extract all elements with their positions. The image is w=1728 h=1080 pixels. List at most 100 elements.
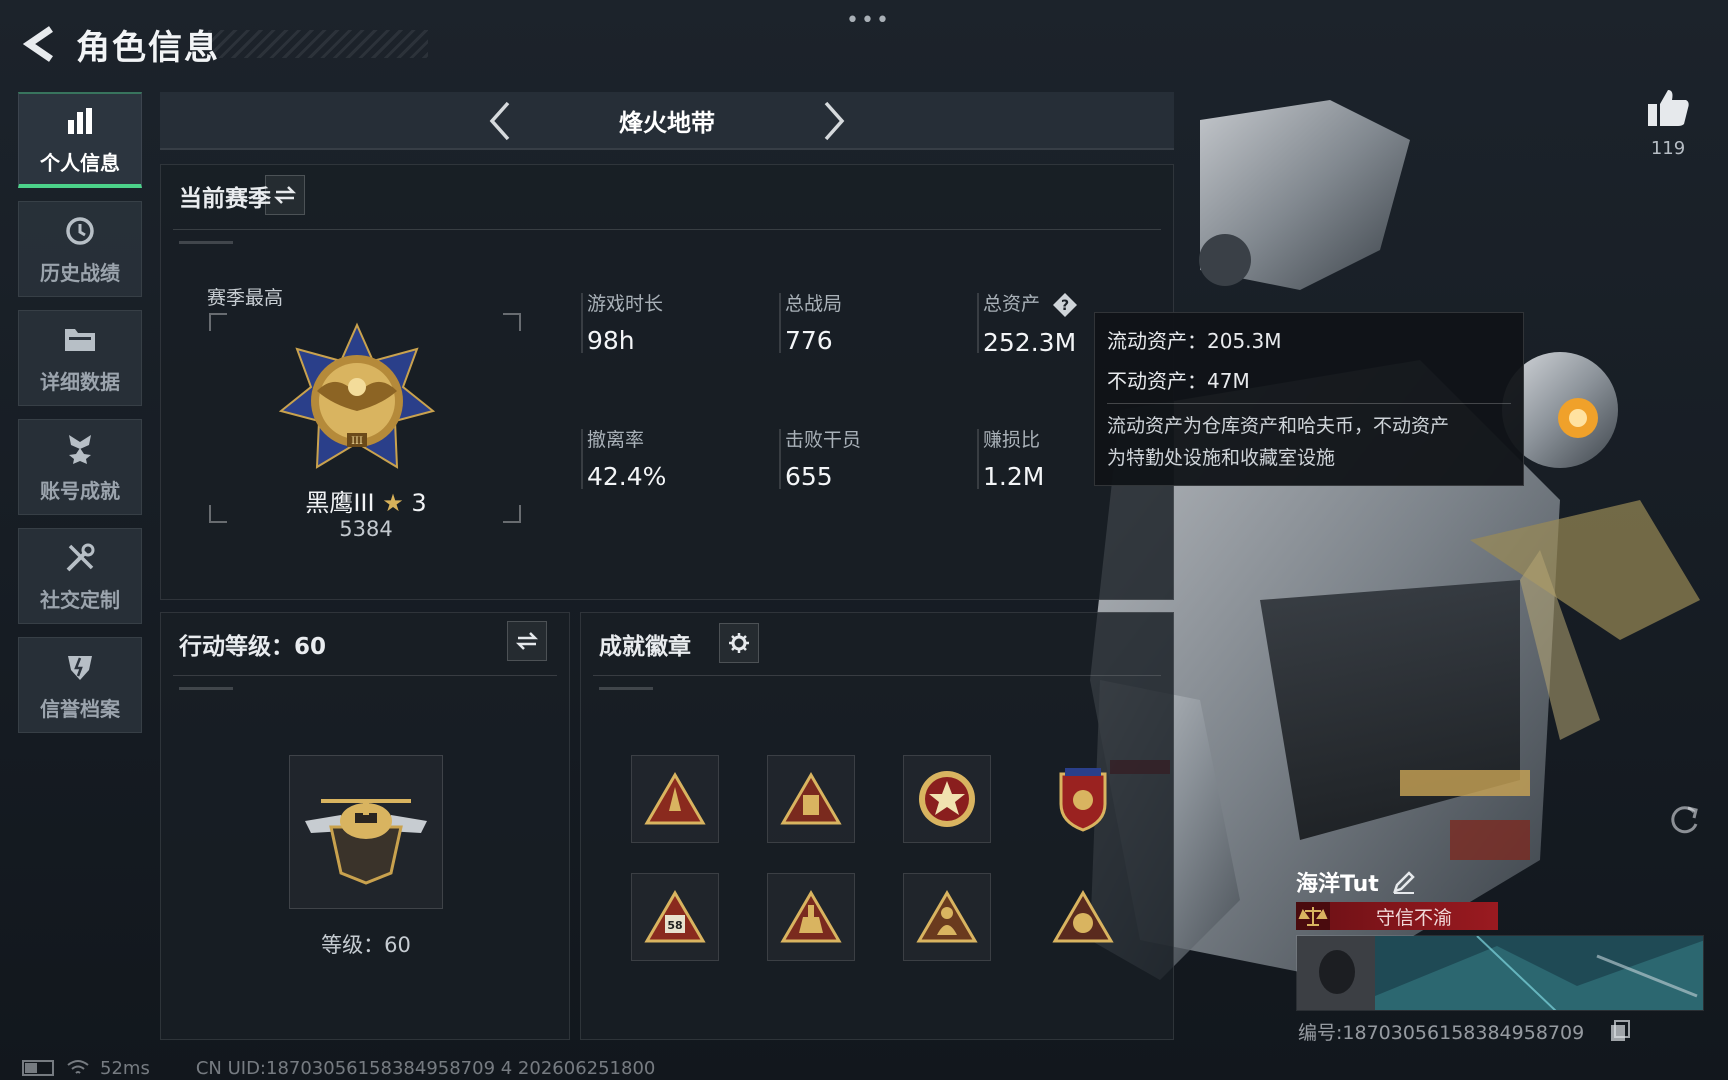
clock-history-icon xyxy=(62,213,98,249)
helicopter-emblem-icon xyxy=(305,799,427,885)
action-level-title: 行动等级：60 xyxy=(179,634,327,660)
badge-slot[interactable] xyxy=(1039,755,1127,843)
rank-title: 黑鹰III xyxy=(305,489,375,517)
status-bar: 52ms CN UID:18703056158384958709 4 20260… xyxy=(22,1056,655,1080)
tooltip-fixed-assets: 不动资产：47M xyxy=(1107,369,1250,393)
nav-item-details[interactable]: 详细数据 xyxy=(18,310,142,406)
mode-next-icon[interactable] xyxy=(814,100,854,142)
stat-label: 总战局 xyxy=(785,293,843,315)
tooltip-divider xyxy=(1107,403,1511,404)
panel-dash xyxy=(179,241,233,244)
badge-figure-icon xyxy=(916,890,978,943)
nav-item-label: 个人信息 xyxy=(40,150,120,175)
more-options-icon[interactable]: ••• xyxy=(846,8,891,33)
tooltip-liquid-assets: 流动资产：205.3M xyxy=(1107,329,1282,353)
bar-chart-icon xyxy=(62,103,98,139)
badge-bunker-icon xyxy=(780,772,842,825)
shield-credit-icon xyxy=(62,649,98,685)
badge-slot[interactable] xyxy=(903,755,991,843)
player-name: 海洋Tut xyxy=(1296,872,1379,897)
page-title: 角色信息 xyxy=(76,27,220,68)
season-panel-title: 当前赛季 xyxy=(179,186,271,212)
rank-score: 5384 xyxy=(339,517,393,541)
badges-panel: 成就徽章 58 xyxy=(580,612,1174,1040)
back-arrow-icon[interactable] xyxy=(18,22,62,66)
assets-tooltip: 流动资产：205.3M 不动资产：47M 流动资产为仓库资产和哈夫币，不动资产 … xyxy=(1094,312,1524,486)
nav-item-history[interactable]: 历史战绩 xyxy=(18,201,142,297)
badge-rocket-icon xyxy=(644,772,706,825)
stat-value: 98h xyxy=(587,326,635,355)
badge-shield-crest-icon xyxy=(1059,768,1107,832)
badge-slot[interactable]: 58 xyxy=(631,873,719,961)
badge-slot[interactable] xyxy=(903,873,991,961)
uid-text: CN UID:18703056158384958709 4 2026062518… xyxy=(195,1057,656,1079)
badge-star-seal-icon xyxy=(919,771,975,827)
badge-slot[interactable] xyxy=(631,755,719,843)
gear-icon xyxy=(729,633,749,653)
panel-dash xyxy=(599,687,653,690)
stat-value: 42.4% xyxy=(587,462,667,491)
swap-icon xyxy=(515,632,539,650)
copy-icon[interactable] xyxy=(1610,1020,1630,1042)
swap-icon xyxy=(273,186,297,204)
stat-label: 撤离率 xyxy=(587,429,645,451)
action-level-text: 等级：60 xyxy=(321,933,411,957)
badges-settings-button[interactable] xyxy=(719,623,759,663)
rank-name: 黑鹰III ★ 3 xyxy=(161,483,571,518)
stat-label: 击败干员 xyxy=(785,429,862,451)
panel-dash xyxy=(179,687,233,690)
stat-value: 776 xyxy=(785,326,833,355)
player-id: 编号:18703056158384958709 xyxy=(1298,1022,1585,1044)
game-screen: 角色信息 ••• 个人信息 历史战绩 详细数据 账号成就 社交定制 信誉档案 烽… xyxy=(0,0,1728,1080)
badge-slot[interactable] xyxy=(1039,873,1127,961)
badge-emblem-icon xyxy=(1052,890,1114,943)
nav-item-achievements[interactable]: 账号成就 xyxy=(18,419,142,515)
stat-play-time: 游戏时长 98h xyxy=(581,289,757,355)
badge-tower-icon xyxy=(780,890,842,943)
panel-divider xyxy=(173,675,557,676)
player-name-row: 海洋Tut xyxy=(1296,866,1417,898)
mode-title: 烽火地带 xyxy=(619,108,715,137)
page-header: 角色信息 xyxy=(18,18,428,70)
stat-extract-rate: 撤离率 42.4% xyxy=(581,425,757,491)
nav-item-label: 历史战绩 xyxy=(40,260,120,285)
refresh-icon[interactable] xyxy=(1666,802,1702,838)
edit-pencil-icon[interactable] xyxy=(1391,869,1417,895)
player-banner[interactable] xyxy=(1296,935,1704,1011)
stat-kills: 击败干员 655 xyxy=(779,425,955,491)
nav-item-label: 社交定制 xyxy=(40,587,120,612)
scales-icon xyxy=(1296,902,1330,930)
badge-58-icon: 58 xyxy=(644,890,706,943)
action-level-emblem-frame xyxy=(289,755,443,909)
nav-item-label: 信誉档案 xyxy=(40,696,120,721)
stat-total-matches: 总战局 776 xyxy=(779,289,955,355)
svg-text:?: ? xyxy=(1061,298,1069,314)
season-switch-button[interactable] xyxy=(265,175,305,215)
nav-item-personal-info[interactable]: 个人信息 xyxy=(18,92,142,188)
header-stripes xyxy=(208,30,428,58)
like-count: 119 xyxy=(1650,138,1686,159)
thumbs-up-icon xyxy=(1648,90,1689,126)
svg-text:58: 58 xyxy=(667,919,682,932)
action-level-switch-button[interactable] xyxy=(507,621,547,661)
badge-slot[interactable] xyxy=(767,755,855,843)
achievement-medal-icon xyxy=(62,431,98,467)
badge-slot[interactable] xyxy=(767,873,855,961)
stat-label: 游戏时长 xyxy=(587,293,664,315)
mode-prev-icon[interactable] xyxy=(480,100,520,142)
credit-status-text: 守信不渝 xyxy=(1375,906,1452,929)
season-panel: 当前赛季 赛季最高 III 黑鹰III ★ 3 5384 游戏时长 98h 总战… xyxy=(160,164,1174,600)
mode-selector: 烽火地带 xyxy=(160,92,1174,150)
wrench-screwdriver-icon xyxy=(62,540,98,576)
like-button[interactable]: 119 xyxy=(1640,88,1696,159)
season-best-label: 赛季最高 xyxy=(207,287,284,309)
rank-emblem-icon: III xyxy=(278,322,436,469)
nav-item-social[interactable]: 社交定制 xyxy=(18,528,142,624)
stat-label-text: 总资产 xyxy=(983,293,1041,315)
side-nav: 个人信息 历史战绩 详细数据 账号成就 社交定制 信誉档案 xyxy=(18,92,144,746)
panel-divider xyxy=(173,229,1161,230)
rank-stars: 3 xyxy=(411,489,427,517)
nav-item-credit[interactable]: 信誉档案 xyxy=(18,637,142,733)
help-icon[interactable]: ? xyxy=(1052,292,1078,318)
badges-title: 成就徽章 xyxy=(599,634,691,660)
